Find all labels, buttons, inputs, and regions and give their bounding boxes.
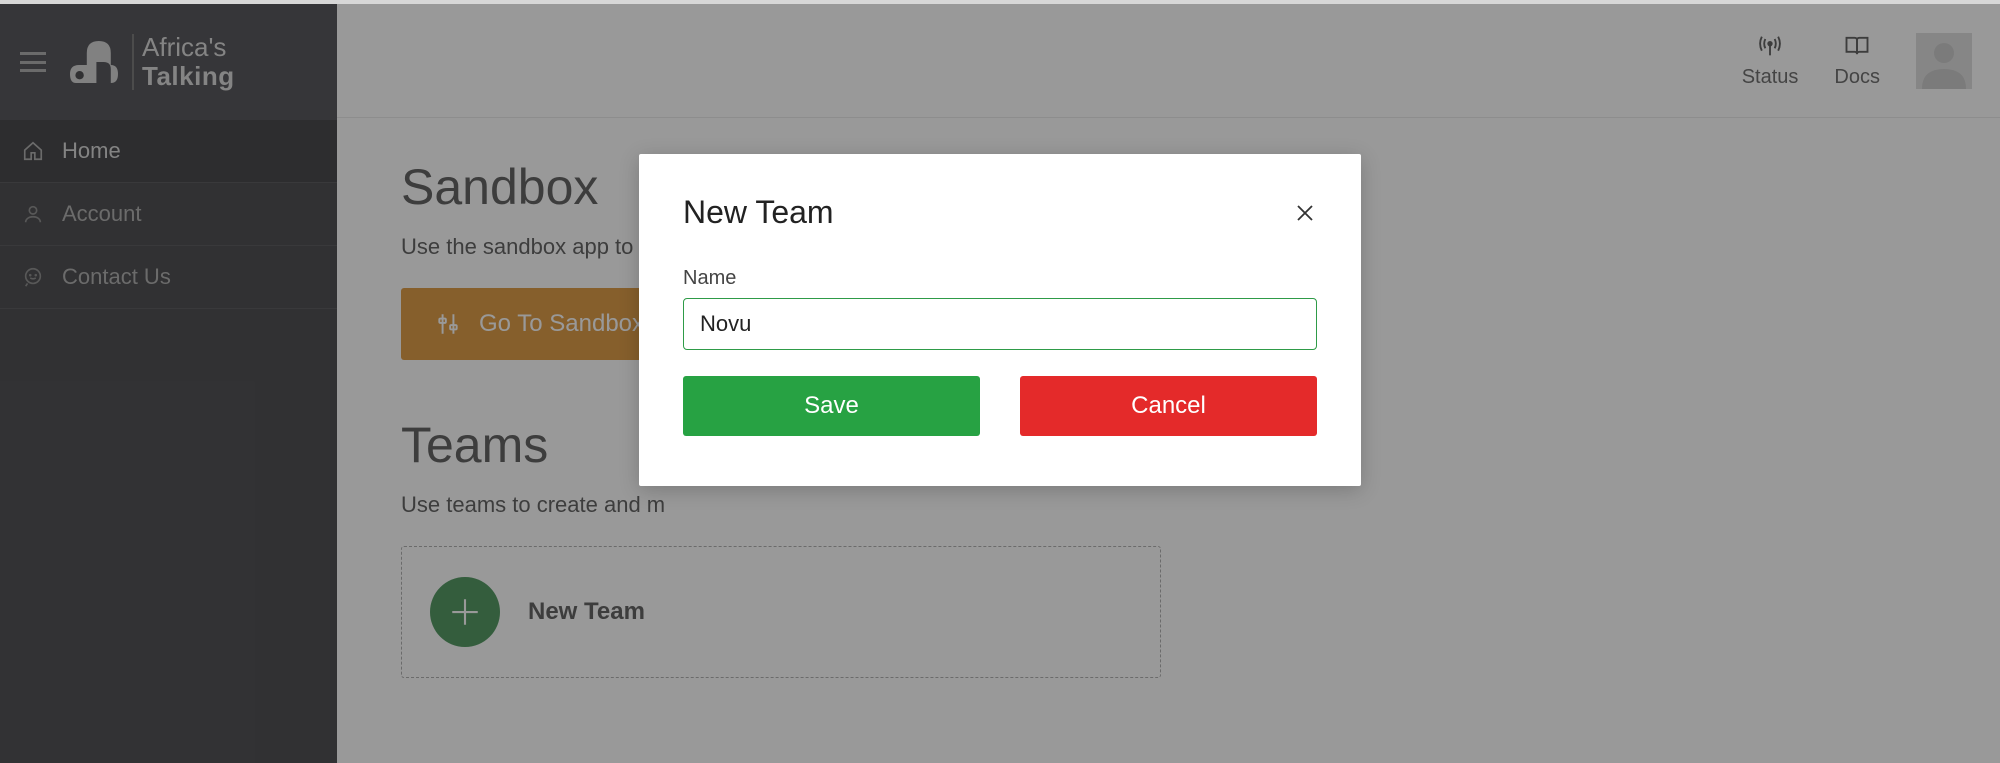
cancel-button[interactable]: Cancel xyxy=(1020,376,1317,436)
modal-overlay[interactable]: New Team Name Save Cancel xyxy=(0,4,2000,763)
new-team-modal: New Team Name Save Cancel xyxy=(639,154,1361,486)
modal-title: New Team xyxy=(683,194,834,231)
save-button[interactable]: Save xyxy=(683,376,980,436)
modal-actions: Save Cancel xyxy=(683,376,1317,436)
name-field-label: Name xyxy=(683,267,1317,290)
modal-header: New Team xyxy=(683,194,1317,231)
team-name-input[interactable] xyxy=(683,298,1317,350)
close-icon[interactable] xyxy=(1293,201,1317,225)
